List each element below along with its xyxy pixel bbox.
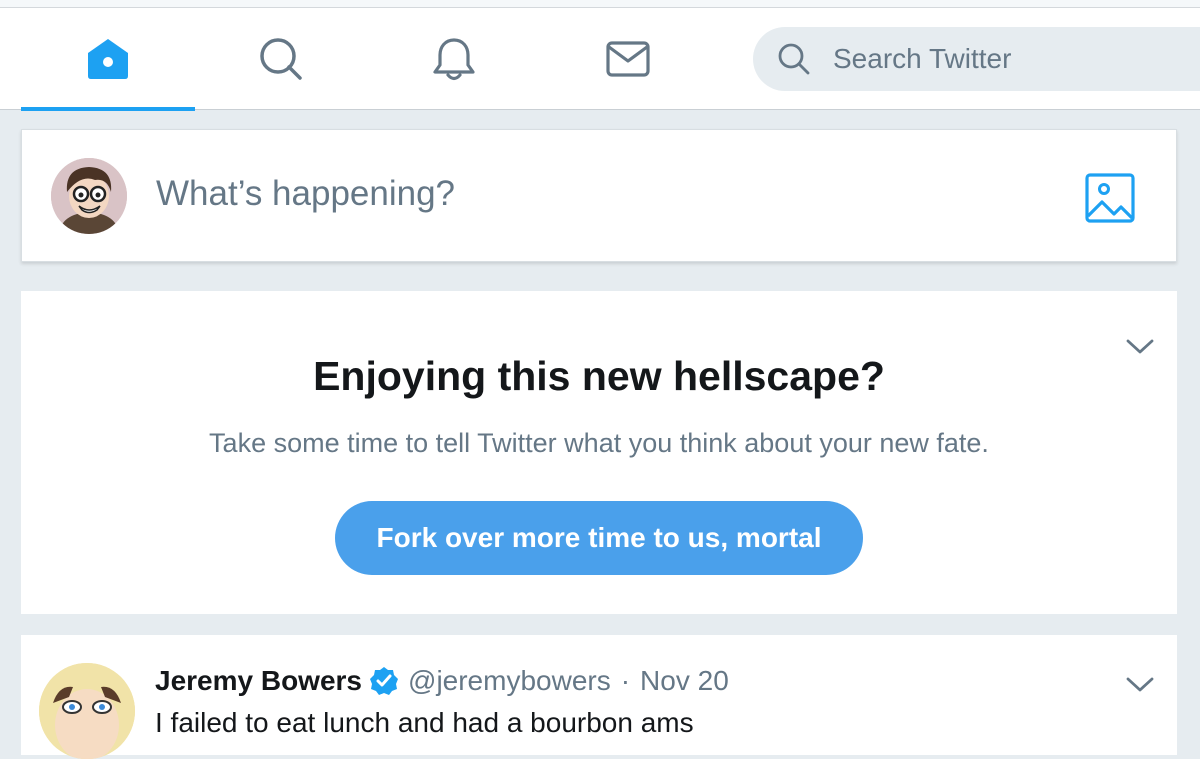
user-avatar[interactable]: [51, 158, 127, 234]
verified-badge-icon: [370, 667, 399, 695]
tweet-author-avatar[interactable]: [39, 663, 135, 759]
top-edge: [0, 0, 1200, 8]
search-box[interactable]: [753, 27, 1200, 91]
prompt-card-title: Enjoying this new hellscape?: [313, 353, 885, 399]
search-input[interactable]: [833, 43, 1173, 75]
tab-notifications[interactable]: [367, 8, 541, 110]
compose-input[interactable]: [156, 174, 956, 214]
search-icon: [778, 43, 810, 75]
tab-home[interactable]: [21, 8, 195, 111]
tab-explore[interactable]: [194, 8, 368, 110]
tweet-timestamp[interactable]: Nov 20: [640, 665, 729, 697]
home-icon: [88, 39, 128, 79]
prompt-card: Enjoying this new hellscape? Take some t…: [21, 291, 1177, 614]
feedback-cta-button[interactable]: Fork over more time to us, mortal: [335, 501, 863, 575]
tweet-author-name[interactable]: Jeremy Bowers: [155, 665, 362, 697]
tweet-header: Jeremy Bowers @jeremybowers · Nov 20: [155, 665, 729, 697]
active-tab-indicator: [21, 107, 195, 111]
notifications-bell-icon: [433, 38, 475, 81]
tweet-avatar-illustration: [39, 663, 135, 759]
tweet-text: I failed to eat lunch and had a bourbon …: [155, 707, 694, 738]
prompt-card-subtitle: Take some time to tell Twitter what you …: [209, 428, 989, 458]
tab-messages[interactable]: [541, 8, 715, 110]
tweet-header-separator: ·: [620, 665, 631, 696]
user-avatar-illustration: [51, 158, 127, 234]
messages-envelope-icon: [606, 41, 650, 77]
tweet[interactable]: Jeremy Bowers @jeremybowers · Nov 20 I f…: [21, 635, 1177, 759]
tweet-author-handle[interactable]: @jeremybowers: [408, 665, 611, 697]
compose-tweet-box: [21, 129, 1177, 262]
top-navigation-bar: [0, 8, 1200, 111]
image-icon[interactable]: [1084, 172, 1136, 224]
explore-search-icon: [260, 38, 302, 80]
tweet-menu-chevron-icon[interactable]: [1125, 675, 1155, 695]
